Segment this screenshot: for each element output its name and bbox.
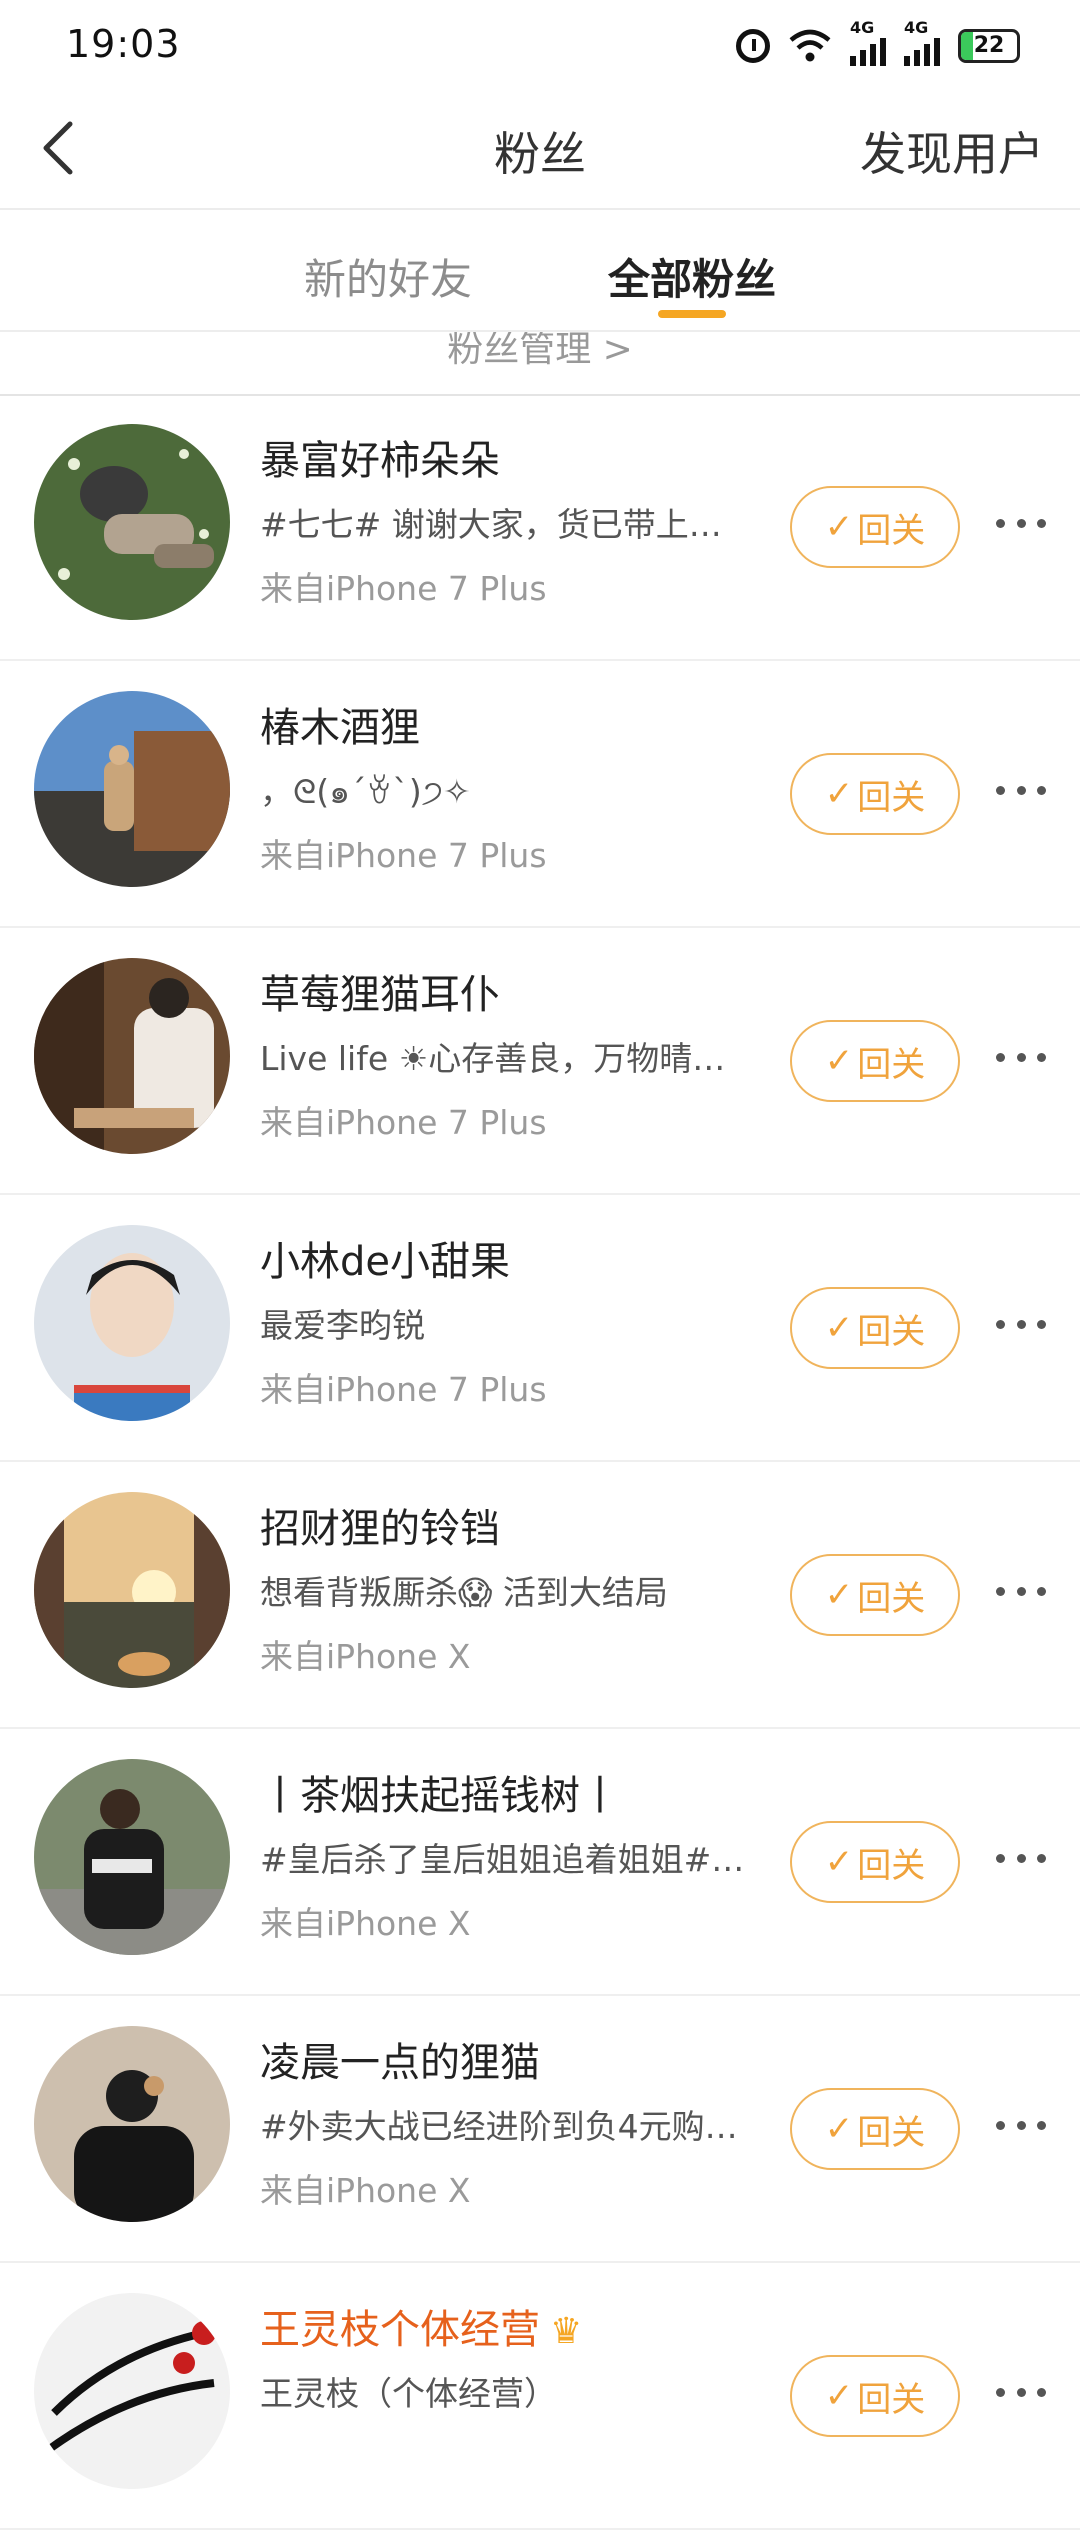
follow-back-button[interactable]: ✓ 回关	[790, 486, 960, 568]
fan-name[interactable]: 凌晨一点的狸猫	[260, 2030, 540, 2088]
follow-back-label: 回关	[857, 2112, 926, 2153]
check-icon: ✓	[824, 2376, 854, 2416]
fan-source: 来自iPhone X	[260, 1904, 471, 1943]
check-icon: ✓	[824, 1575, 854, 1615]
fan-name[interactable]: 椿木酒狸	[260, 695, 420, 753]
more-options-icon[interactable]	[996, 1576, 1046, 1606]
fan-source: 来自iPhone X	[260, 2171, 471, 2210]
fan-bio: #外卖大战已经进阶到负4元购…	[260, 2107, 738, 2146]
list-item[interactable]: 王灵枝个体经营 ♛ 王灵枝（个体经营） ✓ 回关	[0, 2263, 1080, 2530]
crown-icon: ♛	[550, 2311, 583, 2352]
avatar[interactable]	[34, 424, 230, 620]
avatar[interactable]	[34, 2293, 230, 2489]
battery-icon: 22	[958, 29, 1020, 63]
check-icon: ✓	[824, 1842, 854, 1882]
fan-name[interactable]: 暴富好柿朵朵	[260, 428, 500, 486]
follow-back-label: 回关	[857, 1845, 926, 1886]
fan-management-link[interactable]: 粉丝管理 >	[0, 332, 1080, 372]
check-icon: ✓	[824, 507, 854, 547]
follow-back-label: 回关	[857, 1311, 926, 1352]
more-options-icon[interactable]	[996, 2377, 1046, 2407]
alarm-icon	[736, 29, 770, 63]
follow-back-button[interactable]: ✓ 回关	[790, 2088, 960, 2170]
fan-source: 来自iPhone X	[260, 1637, 471, 1676]
check-icon: ✓	[824, 774, 854, 814]
follow-back-button[interactable]: ✓ 回关	[790, 2355, 960, 2437]
battery-level: 22	[973, 33, 1005, 58]
list-item[interactable]: 小林de小甜果 最爱李昀锐 来自iPhone 7 Plus ✓ 回关	[0, 1195, 1080, 1462]
status-bar: 19:03 4G 4G 22	[0, 0, 1080, 90]
more-options-icon[interactable]	[996, 1843, 1046, 1873]
fan-bio: 最爱李昀锐	[260, 1306, 425, 1345]
more-options-icon[interactable]	[996, 1042, 1046, 1072]
fan-bio: ，ᘓ(๑´ꈊ`)੭✧	[260, 772, 471, 811]
check-icon: ✓	[824, 2109, 854, 2149]
fan-source: 来自iPhone 7 Plus	[260, 1103, 547, 1142]
list-item[interactable]: 暴富好柿朵朵 #七七# 谢谢大家，货已带上… 来自iPhone 7 Plus ✓…	[0, 394, 1080, 661]
avatar[interactable]	[34, 1759, 230, 1955]
fan-name[interactable]: 王灵枝个体经营 ♛	[260, 2297, 582, 2355]
follow-back-button[interactable]: ✓ 回关	[790, 1554, 960, 1636]
top-nav-bar: 粉丝 发现用户	[0, 90, 1080, 210]
fan-name[interactable]: 小林de小甜果	[260, 1229, 510, 1287]
follow-back-label: 回关	[857, 1578, 926, 1619]
list-item[interactable]: 丨茶烟扶起摇钱树丨 #皇后杀了皇后姐姐追着姐姐#… 来自iPhone X ✓ 回…	[0, 1729, 1080, 1996]
fan-management-row[interactable]: 粉丝管理 >	[0, 330, 1080, 396]
more-options-icon[interactable]	[996, 775, 1046, 805]
signal-icon-2: 4G	[904, 18, 940, 66]
avatar[interactable]	[34, 691, 230, 887]
list-item[interactable]: 椿木酒狸 ，ᘓ(๑´ꈊ`)੭✧ 来自iPhone 7 Plus ✓ 回关	[0, 661, 1080, 928]
active-tab-indicator	[658, 310, 726, 318]
tab-new-friends[interactable]: 新的好友	[304, 246, 472, 307]
follow-back-button[interactable]: ✓ 回关	[790, 1821, 960, 1903]
list-item[interactable]: 招财狸的铃铛 想看背叛厮杀😱 活到大结局 来自iPhone X ✓ 回关	[0, 1462, 1080, 1729]
more-options-icon[interactable]	[996, 508, 1046, 538]
fan-source: 来自iPhone 7 Plus	[260, 1370, 547, 1409]
avatar[interactable]	[34, 2026, 230, 2222]
avatar[interactable]	[34, 1225, 230, 1421]
more-options-icon[interactable]	[996, 1309, 1046, 1339]
status-icons: 4G 4G 22	[736, 18, 1020, 68]
follow-back-button[interactable]: ✓ 回关	[790, 1020, 960, 1102]
follow-back-button[interactable]: ✓ 回关	[790, 1287, 960, 1369]
follow-back-label: 回关	[857, 1044, 926, 1085]
fan-name[interactable]: 招财狸的铃铛	[260, 1496, 500, 1554]
avatar[interactable]	[34, 1492, 230, 1688]
fan-name[interactable]: 丨茶烟扶起摇钱树丨	[260, 1763, 620, 1821]
check-icon: ✓	[824, 1308, 854, 1348]
tab-bar: 新的好友 全部粉丝	[0, 210, 1080, 330]
fan-bio: #七七# 谢谢大家，货已带上…	[260, 505, 722, 544]
discover-users-button[interactable]: 发现用户	[860, 118, 1044, 184]
follow-back-label: 回关	[857, 2379, 926, 2420]
fan-bio: #皇后杀了皇后姐姐追着姐姐#…	[260, 1840, 745, 1879]
fan-bio: 王灵枝（个体经营）	[260, 2374, 557, 2413]
fan-source: 来自iPhone 7 Plus	[260, 836, 547, 875]
fan-bio: 想看背叛厮杀😱 活到大结局	[260, 1573, 668, 1612]
fan-bio: Live life ☀心存善良，万物晴…	[260, 1039, 726, 1078]
fan-name[interactable]: 草莓狸猫耳仆	[260, 962, 500, 1020]
wifi-icon	[789, 29, 831, 62]
list-item[interactable]: 凌晨一点的狸猫 #外卖大战已经进阶到负4元购… 来自iPhone X ✓ 回关	[0, 1996, 1080, 2263]
fan-name-text: 王灵枝个体经营	[260, 2307, 540, 2353]
fan-source: 来自iPhone 7 Plus	[260, 569, 547, 608]
more-options-icon[interactable]	[996, 2110, 1046, 2140]
follow-back-label: 回关	[857, 777, 926, 818]
tab-all-fans[interactable]: 全部粉丝	[608, 246, 776, 307]
list-item[interactable]: 草莓狸猫耳仆 Live life ☀心存善良，万物晴… 来自iPhone 7 P…	[0, 928, 1080, 1195]
check-icon: ✓	[824, 1041, 854, 1081]
follow-back-label: 回关	[857, 510, 926, 551]
avatar[interactable]	[34, 958, 230, 1154]
fan-list: 暴富好柿朵朵 #七七# 谢谢大家，货已带上… 来自iPhone 7 Plus ✓…	[0, 394, 1080, 2530]
follow-back-button[interactable]: ✓ 回关	[790, 753, 960, 835]
signal-icon: 4G	[850, 18, 886, 66]
status-time: 19:03	[66, 22, 181, 66]
